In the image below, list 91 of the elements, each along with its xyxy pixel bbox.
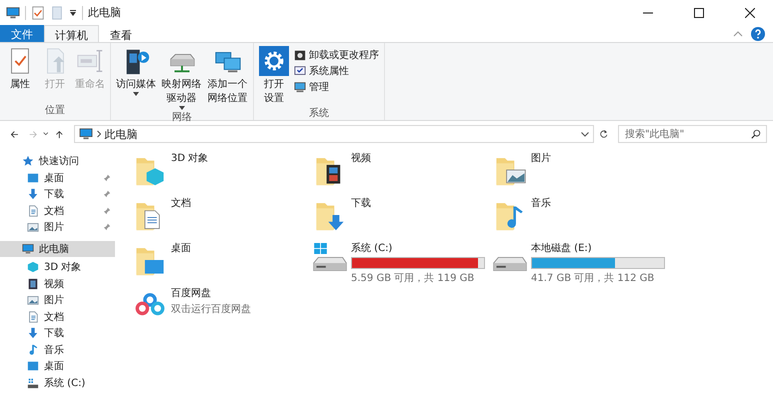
chevron-down-icon[interactable] — [580, 132, 589, 136]
nav-item[interactable]: 此电脑 — [0, 240, 115, 257]
chevron-right-icon[interactable] — [96, 130, 101, 138]
group-label: 系统 — [309, 106, 329, 121]
settings-icon — [259, 46, 289, 76]
address-field[interactable]: 此电脑 — [74, 125, 594, 143]
star-icon — [22, 155, 34, 168]
drive-item[interactable]: 系统 (C:) 5.59 GB 可用，共 119 GB — [313, 241, 493, 286]
program-box-icon — [294, 49, 306, 61]
ribbon-button[interactable]: 管理 — [292, 80, 381, 94]
item-name: 百度网盘 — [171, 286, 212, 300]
ribbon-button[interactable]: 访问媒体 — [114, 46, 158, 96]
ribbon-tab[interactable]: 计算机 — [44, 25, 99, 42]
ribbon-button[interactable]: 系统属性 — [292, 64, 381, 78]
drive-icon — [313, 257, 347, 271]
film-icon — [27, 278, 39, 290]
nav-item[interactable]: 文档 — [0, 202, 115, 219]
item-name: 下载 — [351, 196, 371, 210]
nav-item[interactable]: 文档 — [0, 308, 115, 325]
computer-icon — [6, 6, 20, 20]
document-icon — [27, 310, 39, 323]
window-title: 此电脑 — [88, 5, 121, 20]
nav-item[interactable]: 系统 (C:) — [0, 374, 115, 391]
item-name: 音乐 — [531, 196, 551, 210]
picture-icon — [27, 294, 39, 306]
item-name: 系统 (C:) — [351, 242, 394, 255]
group-label: 位置 — [45, 104, 65, 118]
computer-icon — [22, 242, 34, 255]
checklist-icon[interactable] — [31, 6, 45, 20]
folder-item[interactable]: 3D 对象 — [133, 151, 313, 196]
nav-item[interactable]: 下载 — [0, 325, 115, 342]
help-icon[interactable] — [751, 26, 765, 40]
caret-icon[interactable] — [69, 8, 77, 16]
ribbon-tab[interactable]: 查看 — [99, 25, 143, 42]
ribbon-button[interactable]: 映射网络驱动器 — [159, 46, 204, 110]
folder-item[interactable]: 下载 — [313, 196, 493, 241]
nav-item[interactable]: 音乐 — [0, 342, 115, 358]
nav-item[interactable]: 桌面 — [0, 358, 115, 374]
folder-item[interactable]: 图片 — [493, 151, 673, 196]
search-field[interactable]: 搜索"此电脑" — [618, 125, 767, 143]
pin-icon[interactable] — [103, 223, 111, 232]
music-note-icon — [27, 344, 39, 356]
folder-item[interactable]: 视频 — [313, 151, 493, 196]
document-icon — [27, 204, 39, 217]
app-item[interactable]: 百度网盘 双击运行百度网盘 — [133, 286, 313, 331]
search-icon[interactable] — [751, 129, 761, 139]
folder-item[interactable]: 桌面 — [133, 241, 313, 286]
nav-item[interactable]: 3D 对象 — [0, 259, 115, 276]
settings-button[interactable]: 打开设置 — [257, 46, 291, 106]
caret-icon[interactable] — [43, 131, 49, 137]
back-icon[interactable] — [10, 128, 19, 140]
down-arrow-icon — [27, 327, 39, 340]
close-icon[interactable] — [745, 8, 755, 18]
collapse-icon[interactable] — [733, 30, 743, 36]
item-name: 视频 — [351, 152, 371, 165]
folder-item[interactable]: 文档 — [133, 196, 313, 241]
system-properties-icon — [294, 65, 306, 77]
pin-icon[interactable] — [103, 190, 111, 198]
folder-item[interactable]: 音乐 — [493, 196, 673, 241]
nav-item[interactable]: 下载 — [0, 186, 115, 202]
pin-icon[interactable] — [103, 174, 111, 182]
drive-icon — [27, 376, 39, 389]
nav-item[interactable]: 桌面 — [0, 170, 115, 186]
drive-item[interactable]: 本地磁盘 (E:) 41.7 GB 可用，共 112 GB — [493, 241, 673, 286]
drive-icon — [493, 257, 527, 271]
item-description: 双击运行百度网盘 — [171, 302, 251, 316]
item-name: 桌面 — [171, 242, 191, 255]
item-name: 图片 — [531, 152, 551, 165]
ribbon-button[interactable]: 属性 — [3, 46, 37, 92]
computer-icon — [294, 81, 306, 93]
free-space-text: 41.7 GB 可用，共 112 GB — [531, 272, 656, 285]
maximize-icon[interactable] — [694, 8, 704, 18]
down-arrow-icon — [27, 188, 39, 200]
nav-item[interactable]: 视频 — [0, 276, 115, 292]
pin-icon[interactable] — [103, 206, 111, 215]
group-label: 网络 — [172, 111, 192, 125]
ribbon-button[interactable]: 添加一个网络位置 — [205, 46, 250, 106]
file-tab[interactable]: 文件 — [0, 25, 44, 42]
up-arrow-icon[interactable] — [54, 128, 64, 140]
nav-item[interactable]: 图片 — [0, 292, 115, 308]
picture-icon — [27, 221, 39, 234]
computer-icon — [78, 128, 93, 140]
nav-item[interactable]: 快速访问 — [0, 153, 115, 170]
cube-icon — [27, 261, 39, 274]
item-name: 3D 对象 — [171, 152, 208, 165]
ribbon-button[interactable]: 卸载或更改程序 — [292, 48, 381, 62]
nav-item[interactable]: 图片 — [0, 219, 115, 236]
item-name: 本地磁盘 (E:) — [531, 242, 593, 255]
free-space-text: 5.59 GB 可用，共 119 GB — [351, 272, 476, 285]
item-name: 文档 — [171, 196, 191, 210]
refresh-icon[interactable] — [598, 128, 608, 140]
